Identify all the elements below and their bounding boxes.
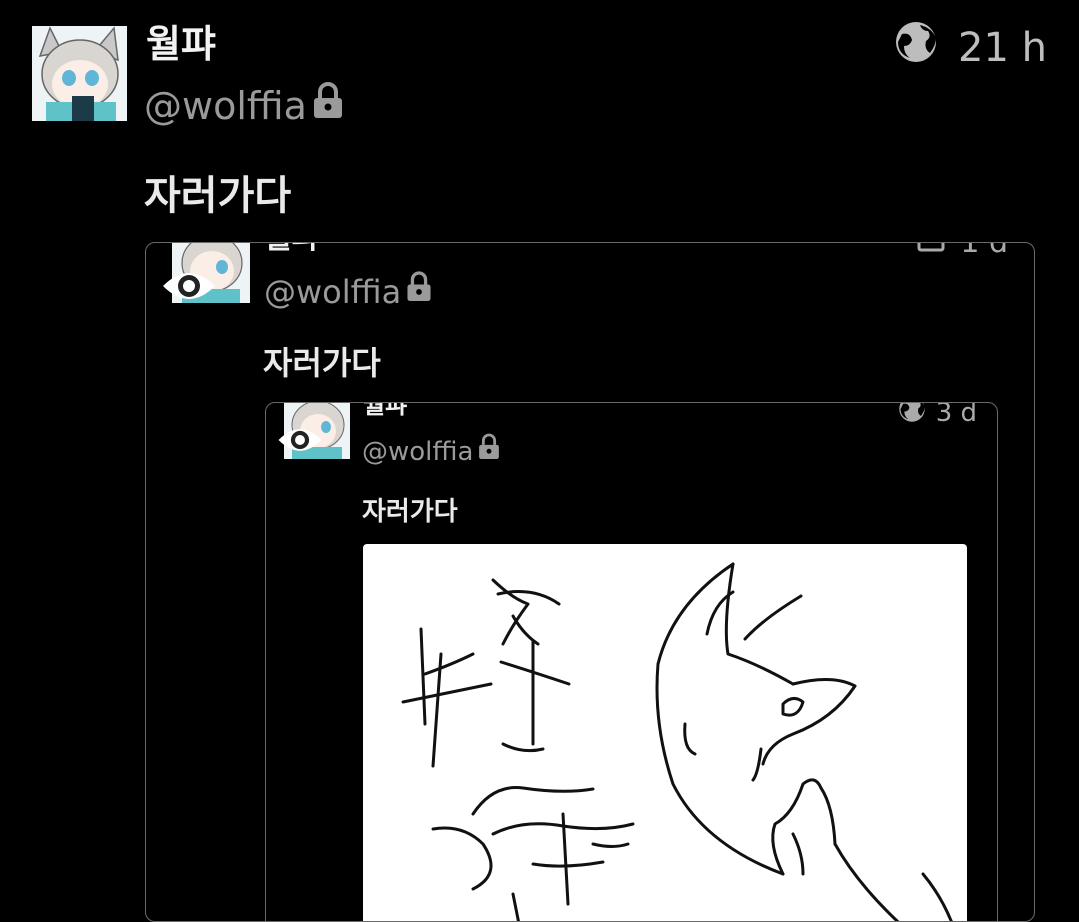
post-content: 자러가다: [263, 344, 381, 382]
display-name[interactable]: 월퍄: [264, 243, 319, 257]
quoted-post[interactable]: 월퍄 1 d @wolffia 자러가다: [145, 242, 1035, 922]
quoted-post[interactable]: 월퍄 3 d @wolffia 자러가다: [265, 402, 998, 921]
globe-icon: [894, 20, 938, 75]
lock-icon: [311, 82, 345, 130]
avatar-image: [32, 26, 127, 121]
globe-icon: [898, 403, 926, 430]
post-meta: 21 h: [894, 20, 1047, 75]
sketch-drawing: [401, 562, 953, 921]
post-time[interactable]: 3 d: [936, 403, 977, 428]
post-content: 자러가다: [144, 173, 292, 219]
lock-icon: [405, 271, 433, 312]
eye-icon[interactable]: [160, 263, 218, 313]
post-time[interactable]: 1 d: [960, 243, 1008, 261]
handle-text: @wolffia: [144, 84, 307, 128]
eye-icon[interactable]: [276, 421, 324, 463]
unlisted-icon: [916, 243, 946, 262]
post-time[interactable]: 21 h: [958, 24, 1047, 72]
display-name[interactable]: 월퍄: [146, 22, 216, 66]
drawing-image[interactable]: [363, 544, 967, 921]
handle-text: @wolffia: [362, 436, 474, 467]
user-handle[interactable]: @wolffia: [264, 271, 433, 312]
post-meta: 1 d: [916, 243, 1008, 262]
avatar[interactable]: [32, 26, 127, 121]
user-handle[interactable]: @wolffia: [144, 82, 345, 130]
display-name[interactable]: 월퍄: [363, 403, 407, 419]
handle-text: @wolffia: [264, 272, 402, 311]
post-content: 자러가다: [362, 497, 458, 527]
lock-icon: [477, 433, 501, 470]
user-handle[interactable]: @wolffia: [362, 433, 501, 470]
post-meta: 3 d: [898, 403, 977, 430]
